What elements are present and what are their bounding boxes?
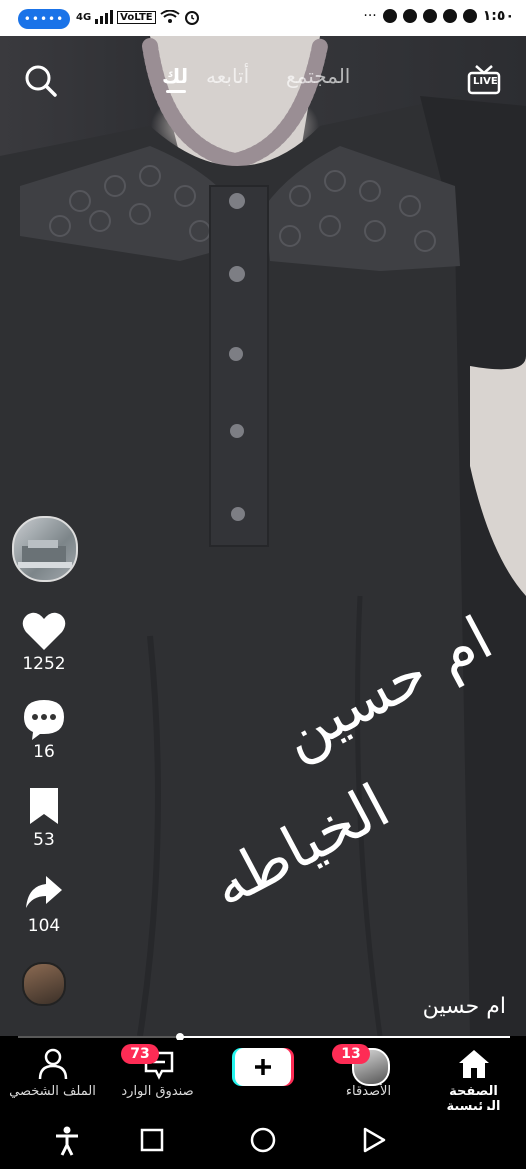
feed-tabs: المجتمع أتابعه لك <box>0 60 526 100</box>
status-right-icons: ··· ١:٥٠ <box>363 8 514 24</box>
active-tab-indicator <box>166 90 186 93</box>
system-nav-bar <box>0 1110 526 1169</box>
plus-icon <box>232 1048 294 1086</box>
comment-count: 16 <box>33 742 55 762</box>
facebook-icon <box>382 9 397 23</box>
live-button[interactable]: LIVE <box>466 62 502 98</box>
creator-avatar[interactable] <box>12 516 78 582</box>
accessibility-icon[interactable] <box>54 1126 80 1156</box>
share-icon <box>26 876 62 908</box>
wifi-icon <box>159 10 180 23</box>
bottom-nav: الملف الشخصي 73 صندوق الوارد 13 الأصدقاء… <box>0 1040 526 1114</box>
facebook-icon <box>402 9 417 23</box>
contact-icon <box>422 9 437 23</box>
comment-icon <box>24 700 64 740</box>
profile-icon <box>38 1048 68 1080</box>
volte-badge: VoLTE <box>117 10 156 24</box>
back-icon[interactable] <box>362 1127 386 1153</box>
like-button[interactable] <box>21 610 67 656</box>
music-disc-avatar[interactable] <box>22 962 66 1006</box>
nav-friends[interactable]: 13 الأصدقاء <box>316 1040 421 1110</box>
overlay-text-line2: الخياطه <box>200 770 401 922</box>
friends-badge: 13 <box>332 1044 370 1064</box>
tab-for-you[interactable]: لك <box>162 64 188 88</box>
inbox-badge: 73 <box>121 1044 159 1064</box>
nav-home[interactable]: الصفحة الرئيسية <box>421 1040 526 1114</box>
clock: ١:٥٠ <box>482 8 514 24</box>
like-count: 1252 <box>22 654 66 674</box>
status-left-icons: 4G VoLTE <box>76 6 200 28</box>
author-name[interactable]: ام حسين <box>423 994 506 1019</box>
nav-inbox[interactable]: 73 صندوق الوارد <box>105 1040 210 1110</box>
status-bar: ••••• 4G VoLTE ··· ١:٥٠ <box>0 0 526 36</box>
video-text-overlay: ام حسين الخياطه <box>180 600 510 922</box>
live-label: LIVE <box>473 76 498 87</box>
nav-profile[interactable]: الملف الشخصي <box>0 1040 105 1110</box>
nav-profile-label: الملف الشخصي <box>9 1084 96 1099</box>
home-circle-icon[interactable] <box>250 1127 276 1153</box>
save-count: 53 <box>33 830 55 850</box>
heart-icon <box>22 612 66 650</box>
more-notifications: ··· <box>363 8 377 24</box>
share-count: 104 <box>27 916 61 936</box>
overlay-text-line1: ام حسين <box>270 603 504 772</box>
comment-button[interactable] <box>22 698 66 744</box>
signal-icon <box>95 10 114 24</box>
recents-icon[interactable] <box>140 1128 164 1152</box>
facebook-icon <box>442 9 457 23</box>
nav-friends-label: الأصدقاء <box>345 1084 392 1099</box>
alarm-icon <box>184 11 199 25</box>
home-icon <box>459 1050 489 1078</box>
save-button[interactable] <box>28 786 60 830</box>
progress-fill <box>180 1036 510 1038</box>
network-type: 4G <box>76 11 92 23</box>
create-button[interactable] <box>232 1048 294 1086</box>
tab-community[interactable]: المجتمع <box>286 64 350 88</box>
messenger-icon <box>462 9 477 23</box>
nav-inbox-label: صندوق الوارد <box>121 1084 194 1099</box>
status-pill: ••••• <box>18 9 70 29</box>
tab-following[interactable]: أتابعه <box>206 64 249 88</box>
bookmark-icon <box>30 788 58 824</box>
video-progress-bar[interactable] <box>18 1033 510 1041</box>
share-button[interactable] <box>24 874 64 914</box>
